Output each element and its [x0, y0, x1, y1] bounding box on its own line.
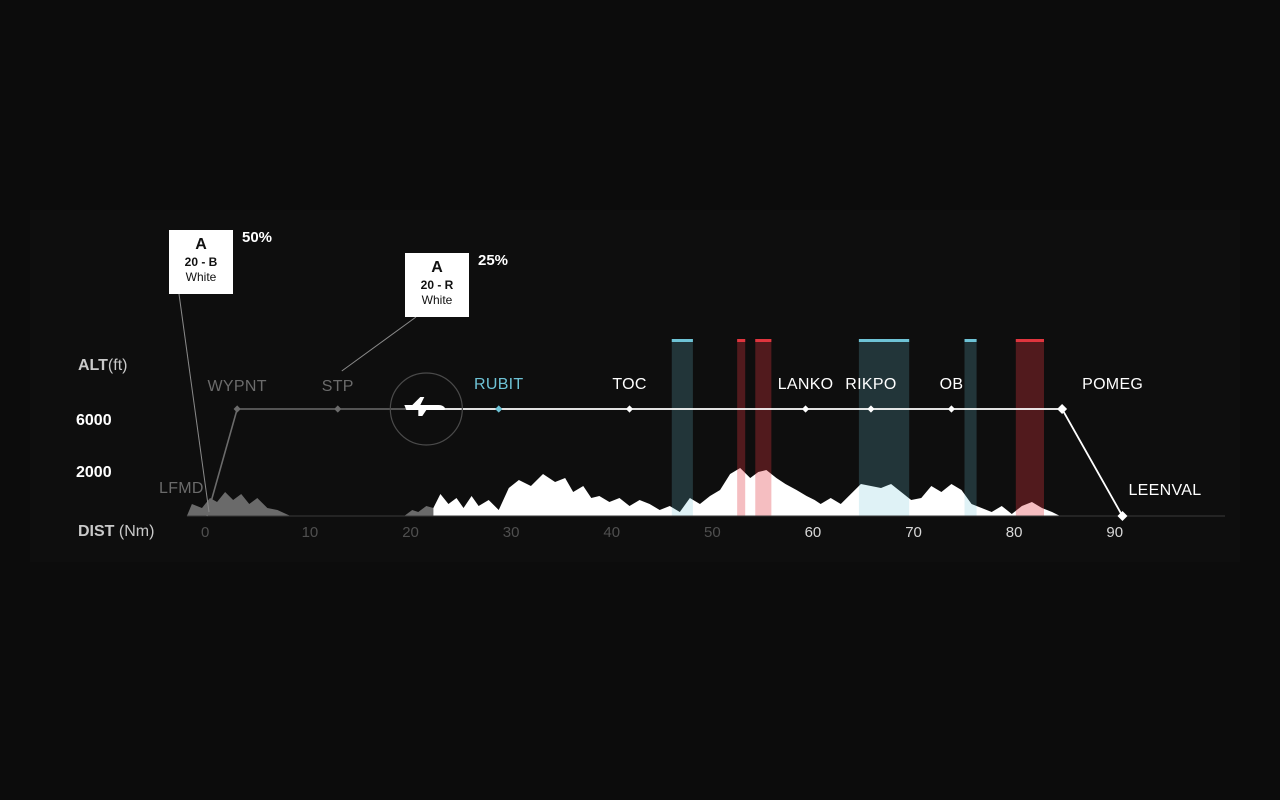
waypoint-label-wypnt[interactable]: WYPNT [208, 378, 267, 396]
dist-tick-label: 60 [804, 524, 822, 541]
waypoint-marker [801, 405, 810, 413]
dist-axis-title: DIST (Nm) [78, 523, 155, 540]
dist-tick-label: 50 [704, 524, 721, 541]
flight-profile-panel: ALT(ft) 6000 2000 DIST (Nm) 0 10 20 30 40 50 6… [30, 210, 1240, 562]
airspace-zone-top-cyan [964, 339, 977, 342]
waypoint-marker [1057, 404, 1068, 414]
waypoint-marker [625, 405, 634, 413]
waypoint-label-stp[interactable]: STP [322, 378, 354, 396]
dist-tick-label: 30 [502, 524, 520, 541]
waypoint-label-lfmd[interactable]: LFMD [159, 480, 204, 498]
card-percent-r: 25% [478, 252, 509, 269]
waypoint-marker [334, 405, 342, 413]
waypoint-label-rikpo[interactable]: RIKPO [845, 376, 896, 394]
card-percent-b: 50% [242, 229, 273, 246]
card-grade: A [195, 236, 207, 253]
waypoint-marker [495, 405, 503, 413]
airspace-zone-top-red [737, 339, 746, 342]
airspace-zone-top-red [755, 339, 772, 342]
card-code: 20 - B [184, 255, 218, 269]
card-code: 20 - R [420, 278, 454, 292]
alt-value-2000: 2000 [76, 464, 112, 481]
waypoint-marker [1117, 511, 1128, 521]
airspace-zone-top-cyan [858, 339, 910, 342]
waypoint-marker [233, 405, 241, 413]
airspace-zone-top-red [1015, 339, 1044, 342]
waypoint-marker [947, 405, 956, 413]
terrain-past [404, 506, 434, 516]
waypoint-label-toc[interactable]: TOC [612, 376, 646, 394]
airspace-zone-red [755, 339, 772, 516]
alt-value-6000: 6000 [76, 412, 112, 429]
dist-tick-label: 20 [402, 524, 419, 541]
waypoint-label-ob[interactable]: OB [940, 376, 964, 394]
airspace-zone-cyan [964, 339, 977, 516]
info-card-r[interactable]: A 20 - R White [405, 253, 469, 317]
dist-tick-label: 70 [905, 524, 922, 541]
airspace-zone-cyan [858, 339, 910, 516]
waypoint-label-leenval[interactable]: LEENVAL [1128, 482, 1201, 500]
airplane-icon [404, 397, 446, 416]
dist-tick-label: 90 [1106, 524, 1124, 541]
dist-tick-label: 0 [201, 524, 210, 541]
airspace-zone-cyan [671, 339, 693, 516]
waypoint-label-rubit[interactable]: RUBIT [474, 376, 524, 394]
alt-axis-title: ALT(ft) [78, 357, 128, 374]
card-color: White [421, 293, 453, 307]
airspace-zone-red [737, 339, 746, 516]
card-leader-line [341, 316, 417, 372]
waypoint-label-lanko[interactable]: LANKO [778, 376, 834, 394]
dist-tick-label: 80 [1005, 524, 1023, 541]
waypoint-label-pomeg[interactable]: POMEG [1082, 376, 1143, 394]
airspace-zone-top-cyan [671, 339, 693, 342]
info-card-b[interactable]: A 20 - B White [169, 230, 233, 294]
dist-tick-label: 10 [301, 524, 319, 541]
airspace-zone-red [1015, 339, 1044, 516]
card-grade: A [431, 259, 443, 276]
dist-tick-label: 40 [603, 524, 621, 541]
card-color: White [185, 270, 217, 284]
